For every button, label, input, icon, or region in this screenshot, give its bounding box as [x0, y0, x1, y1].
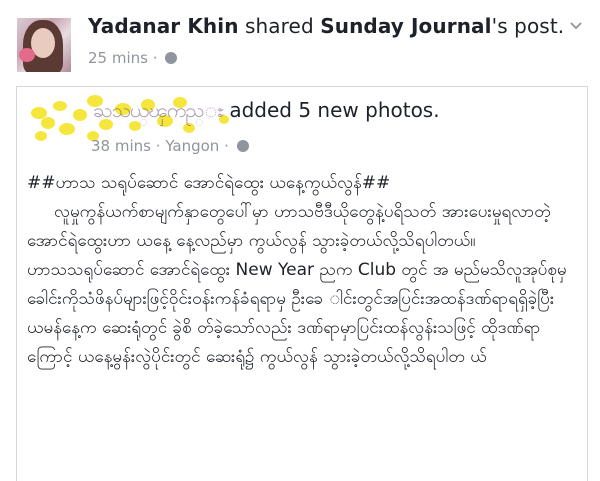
- shared-post-header: ႀသယ္ၾကည္ႊ added 5 new photos. 38 mins · …: [17, 87, 587, 157]
- redacted-author-name[interactable]: ႀသယ္ၾကည္ႊ: [93, 98, 224, 122]
- blur-blob: [59, 123, 75, 135]
- share-suffix: 's post.: [491, 14, 565, 38]
- post-header: Yadanar Khin shared Sunday Journal's pos…: [0, 0, 600, 80]
- blur-blob: [41, 117, 55, 129]
- globe-icon[interactable]: [165, 52, 178, 64]
- post-paragraph: လူမှုကွန်ယက်စာမျက်နှာတွေပေါ်မှာ ဟာသဗီဒီယ…: [27, 202, 557, 251]
- shared-action[interactable]: added 5 new photos.: [229, 98, 439, 122]
- avatar-flower: [19, 48, 35, 62]
- source-page-link[interactable]: Sunday Journal: [320, 14, 491, 38]
- location-link[interactable]: Yangon: [165, 137, 219, 155]
- share-verb: shared: [245, 14, 314, 38]
- author-avatar[interactable]: [17, 18, 71, 72]
- post-timestamp[interactable]: 25 mins: [88, 49, 148, 67]
- meta-separator: ·: [152, 49, 158, 67]
- meta-separator: ·: [155, 137, 161, 155]
- shared-post-card[interactable]: ႀသယ္ၾကည္ႊ added 5 new photos. 38 mins · …: [16, 86, 588, 481]
- post-paragraph: ဟာသသရုပ်ဆောင် အောင်ရဲထွေး New Year ညက Cl…: [27, 260, 573, 367]
- blur-blob: [53, 101, 67, 111]
- post-headline: ##ဟာသ သရုပ်ဆောင် အောင်ရဲထွေး ယနေ့ကွယ်လွန…: [27, 173, 391, 193]
- blur-blob: [73, 109, 87, 121]
- author-name-link[interactable]: Yadanar Khin: [88, 14, 239, 38]
- shared-author-line: ႀသယ္ၾကည္ႊ added 5 new photos.: [93, 97, 440, 127]
- share-headline: Yadanar Khin shared Sunday Journal's pos…: [88, 14, 564, 38]
- post-body: ##ဟာသ သရုပ်ဆောင် အောင်ရဲထွေး ယနေ့ကွယ်လွန…: [27, 169, 577, 372]
- shared-post-meta: 38 mins · Yangon ·: [91, 137, 249, 155]
- chevron-down-icon[interactable]: [570, 20, 582, 32]
- post-meta: 25 mins ·: [88, 49, 178, 67]
- globe-icon[interactable]: [236, 140, 249, 152]
- shared-timestamp[interactable]: 38 mins: [91, 137, 151, 155]
- meta-separator: ·: [224, 137, 229, 155]
- blur-blob: [35, 131, 47, 141]
